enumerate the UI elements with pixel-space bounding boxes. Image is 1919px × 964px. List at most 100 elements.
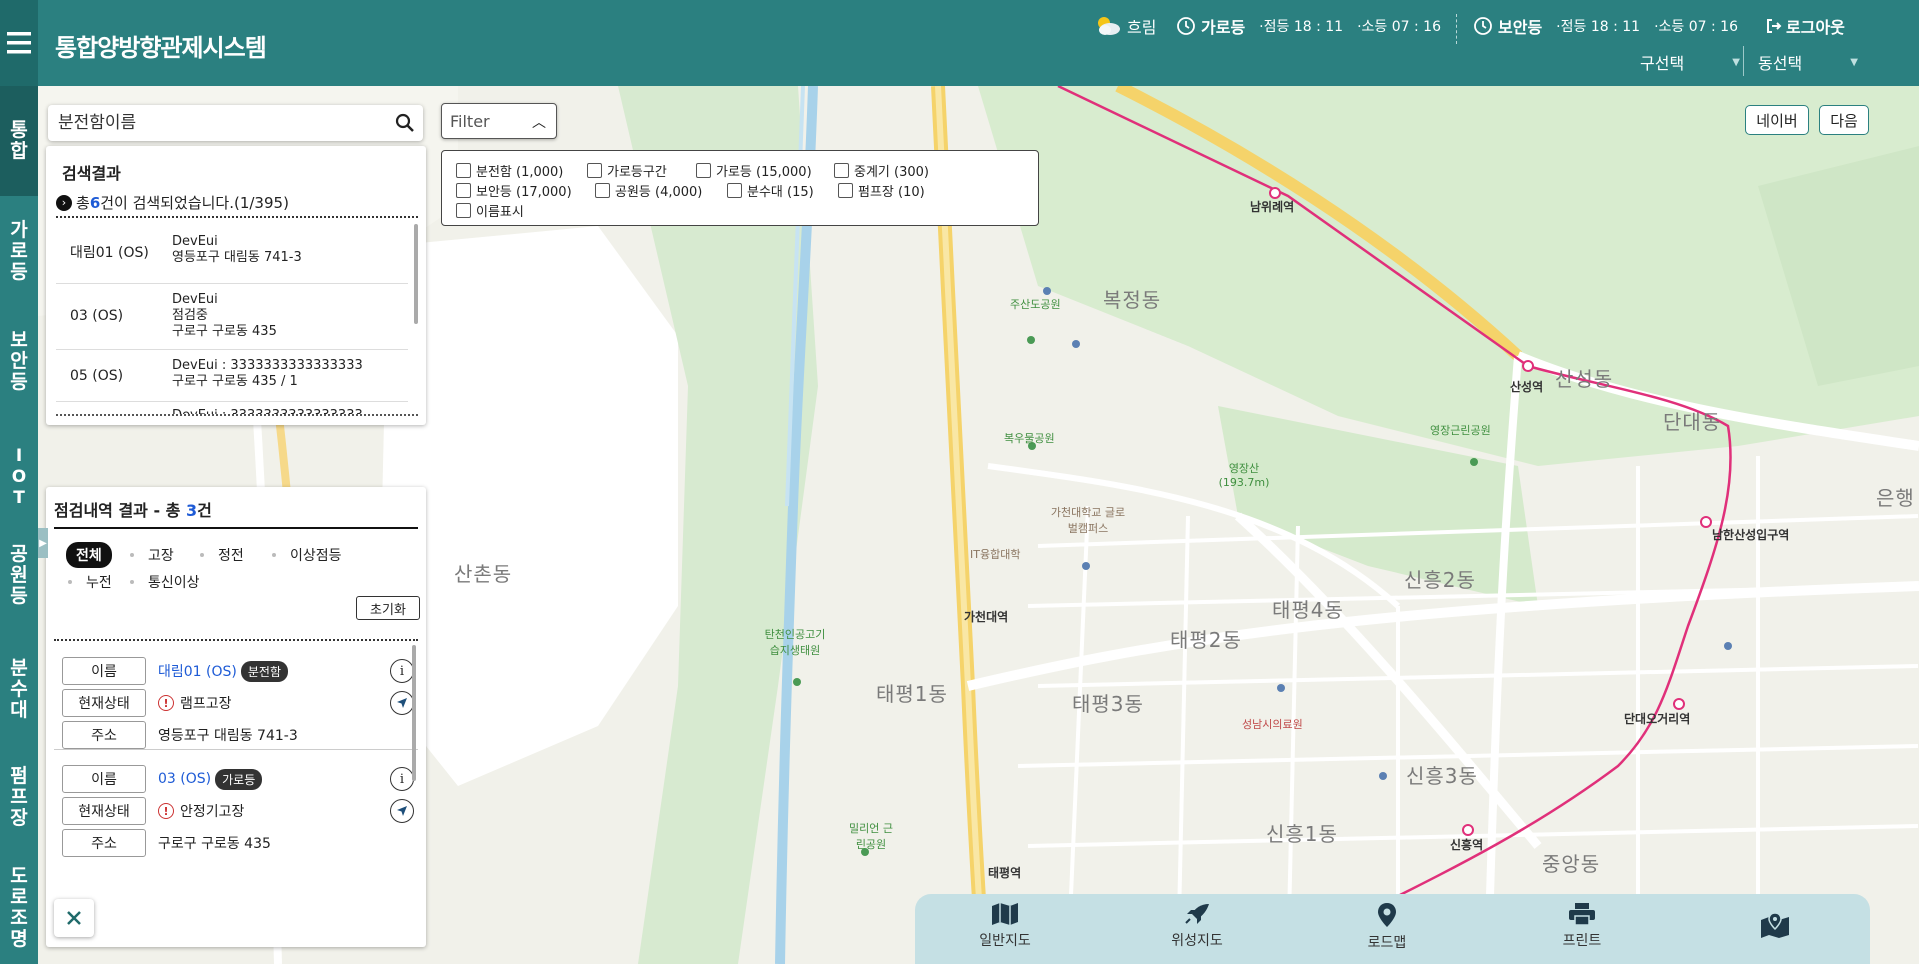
security-light-times: 보안등 ·점등 18 : 11 ·소등 07 : 16	[1474, 14, 1738, 38]
nav-item-integrated[interactable]: 통합	[0, 86, 38, 196]
reset-button[interactable]: 초기화	[356, 596, 420, 620]
filter-option-label: 가로등구간	[607, 165, 667, 180]
record-name[interactable]: 대림01 (OS) 분전함	[158, 657, 288, 685]
naver-map-button[interactable]: 네이버	[1745, 105, 1809, 135]
select-divider	[1743, 46, 1744, 76]
filter-checkbox[interactable]: 이름표시	[456, 201, 524, 220]
filter-checkbox[interactable]: 가로등구간	[587, 161, 667, 180]
inspection-scrollbar[interactable]	[412, 645, 416, 781]
satellite-map-button[interactable]: 위성지도	[1137, 902, 1257, 950]
tab-leakage[interactable]: 누전	[68, 572, 112, 592]
nav-item-security-light[interactable]: 보안등	[0, 330, 38, 410]
tab-all[interactable]: 전체	[66, 542, 112, 568]
panel-collapse-tab[interactable]: ▶	[38, 528, 48, 558]
result-row[interactable]: 대림01 (OS) DevEui 영등포구 대림동 741-3	[56, 218, 408, 284]
filter-label: Filter	[450, 112, 490, 131]
nav-label: IOT	[11, 446, 27, 508]
record-address: 구로구 구로동 435	[158, 836, 271, 852]
field-label: 현재상태	[62, 689, 146, 717]
info-icon[interactable]: i	[390, 767, 414, 791]
security-light-on-time: ·점등 18 : 11	[1556, 19, 1641, 35]
nav-item-fountain[interactable]: 분수대	[0, 658, 38, 738]
navigate-arrow-icon[interactable]	[390, 799, 414, 823]
record-name[interactable]: 03 (OS) 가로등	[158, 765, 263, 793]
field-label: 현재상태	[62, 797, 146, 825]
record-name-text: 03 (OS)	[158, 771, 212, 787]
field-label: 이름	[62, 657, 146, 685]
district-select[interactable]: 구선택 ▼	[1640, 48, 1740, 76]
search-icon[interactable]	[395, 113, 415, 133]
result-row[interactable]: 03 (OS) DevEui 점검중 구로구 구로동 435	[56, 284, 408, 350]
inspection-list[interactable]: 이름 대림01 (OS) 분전함 i 현재상태 ! 램프고장 주소 영등포구 대…	[54, 639, 418, 889]
inspection-title-suffix: 건	[197, 501, 212, 520]
result-line: 점검중	[172, 308, 208, 323]
roadmap-button[interactable]: 로드맵	[1327, 902, 1447, 952]
close-panel-button[interactable]	[54, 899, 94, 937]
nav-item-iot[interactable]: IOT	[0, 446, 38, 526]
filter-checkbox[interactable]: 공원등 (4,000)	[595, 181, 702, 200]
field-label: 주소	[62, 829, 146, 857]
checkbox[interactable]	[696, 163, 711, 178]
filter-checkbox[interactable]: 보안등 (17,000)	[456, 181, 572, 200]
checkbox[interactable]	[727, 183, 742, 198]
filter-toggle-button[interactable]: Filter ︿	[441, 103, 557, 139]
filter-checkbox[interactable]: 가로등 (15,000)	[696, 161, 812, 180]
filter-checkbox[interactable]: 분전함 (1,000)	[456, 161, 563, 180]
close-icon	[67, 911, 81, 925]
checkbox[interactable]	[587, 163, 602, 178]
logout-button[interactable]: 로그아웃	[1766, 14, 1845, 38]
inspection-title-prefix: 점검내역 결과 - 총	[54, 501, 186, 520]
field-label: 이름	[62, 765, 146, 793]
tab-label: 통신이상	[148, 575, 200, 591]
result-row[interactable]: 05 (OS) DevEui : 3333333333333333 구로구 구로…	[56, 350, 408, 402]
hamburger-menu-button[interactable]	[0, 0, 38, 86]
result-row[interactable]: DevEui : 3333333333333333	[56, 402, 408, 414]
tab-abnormal-lighting[interactable]: 이상점등	[272, 545, 342, 565]
filter-checkbox[interactable]: 분수대 (15)	[727, 181, 814, 200]
toolbar-label: 로드맵	[1367, 935, 1407, 951]
result-line: DevEui	[172, 234, 218, 249]
checkbox[interactable]	[595, 183, 610, 198]
normal-map-button[interactable]: 일반지도	[945, 902, 1065, 950]
left-nav: 통합 가로등 보안등 IOT 공원등 분수대 펌프장 도로조명	[0, 86, 38, 964]
info-icon[interactable]: i	[390, 659, 414, 683]
checkbox[interactable]	[834, 163, 849, 178]
hamburger-icon	[7, 32, 31, 54]
print-button[interactable]: 프린트	[1522, 902, 1642, 950]
station-label: 가천대역	[964, 610, 1009, 624]
map-layers-button[interactable]	[1715, 912, 1835, 942]
street-light-off-time: ·소등 07 : 16	[1357, 19, 1442, 35]
results-count-suffix: 건이 검색되었습니다.(1/395)	[100, 194, 289, 212]
daum-map-button[interactable]: 다음	[1819, 105, 1869, 135]
tab-comm-error[interactable]: 통신이상	[130, 572, 200, 592]
filter-checkbox[interactable]: 펌프장 (10)	[838, 181, 925, 200]
checkbox[interactable]	[838, 183, 853, 198]
tab-fault[interactable]: 고장	[130, 545, 174, 565]
nav-item-road-light[interactable]: 도로조명	[0, 866, 38, 964]
results-scrollbar[interactable]	[414, 224, 418, 324]
checkbox[interactable]	[456, 203, 471, 218]
dong-select[interactable]: 동선택 ▼	[1758, 48, 1858, 76]
results-list[interactable]: 대림01 (OS) DevEui 영등포구 대림동 741-3 03 (OS) …	[56, 216, 418, 416]
record-status-text: 안정기고장	[180, 804, 245, 820]
record-name-text: 대림01 (OS)	[158, 664, 237, 680]
search-input[interactable]	[58, 109, 378, 137]
nav-item-street-light[interactable]: 가로등	[0, 220, 38, 300]
chevron-down-icon: ▼	[1732, 56, 1740, 68]
results-count-prefix: 총	[76, 194, 90, 212]
tab-power-outage[interactable]: 정전	[200, 545, 244, 565]
nav-item-pump[interactable]: 펌프장	[0, 766, 38, 846]
dong-select-value: 동선택	[1758, 54, 1803, 73]
result-line: 영등포구 대림동 741-3	[172, 250, 302, 265]
map-label: 복정동	[1103, 288, 1162, 312]
checkbox[interactable]	[456, 183, 471, 198]
checkbox[interactable]	[456, 163, 471, 178]
filter-checkbox[interactable]: 중계기 (300)	[834, 161, 929, 180]
result-name: 05 (OS)	[70, 368, 124, 384]
station-label: 산성역	[1510, 380, 1544, 394]
map-label: 단대동	[1663, 410, 1722, 434]
station-label: 신흥역	[1450, 838, 1484, 852]
nav-label: 통합	[10, 119, 28, 162]
navigate-arrow-icon[interactable]	[390, 691, 414, 715]
nav-item-park-light[interactable]: 공원등	[0, 544, 38, 624]
